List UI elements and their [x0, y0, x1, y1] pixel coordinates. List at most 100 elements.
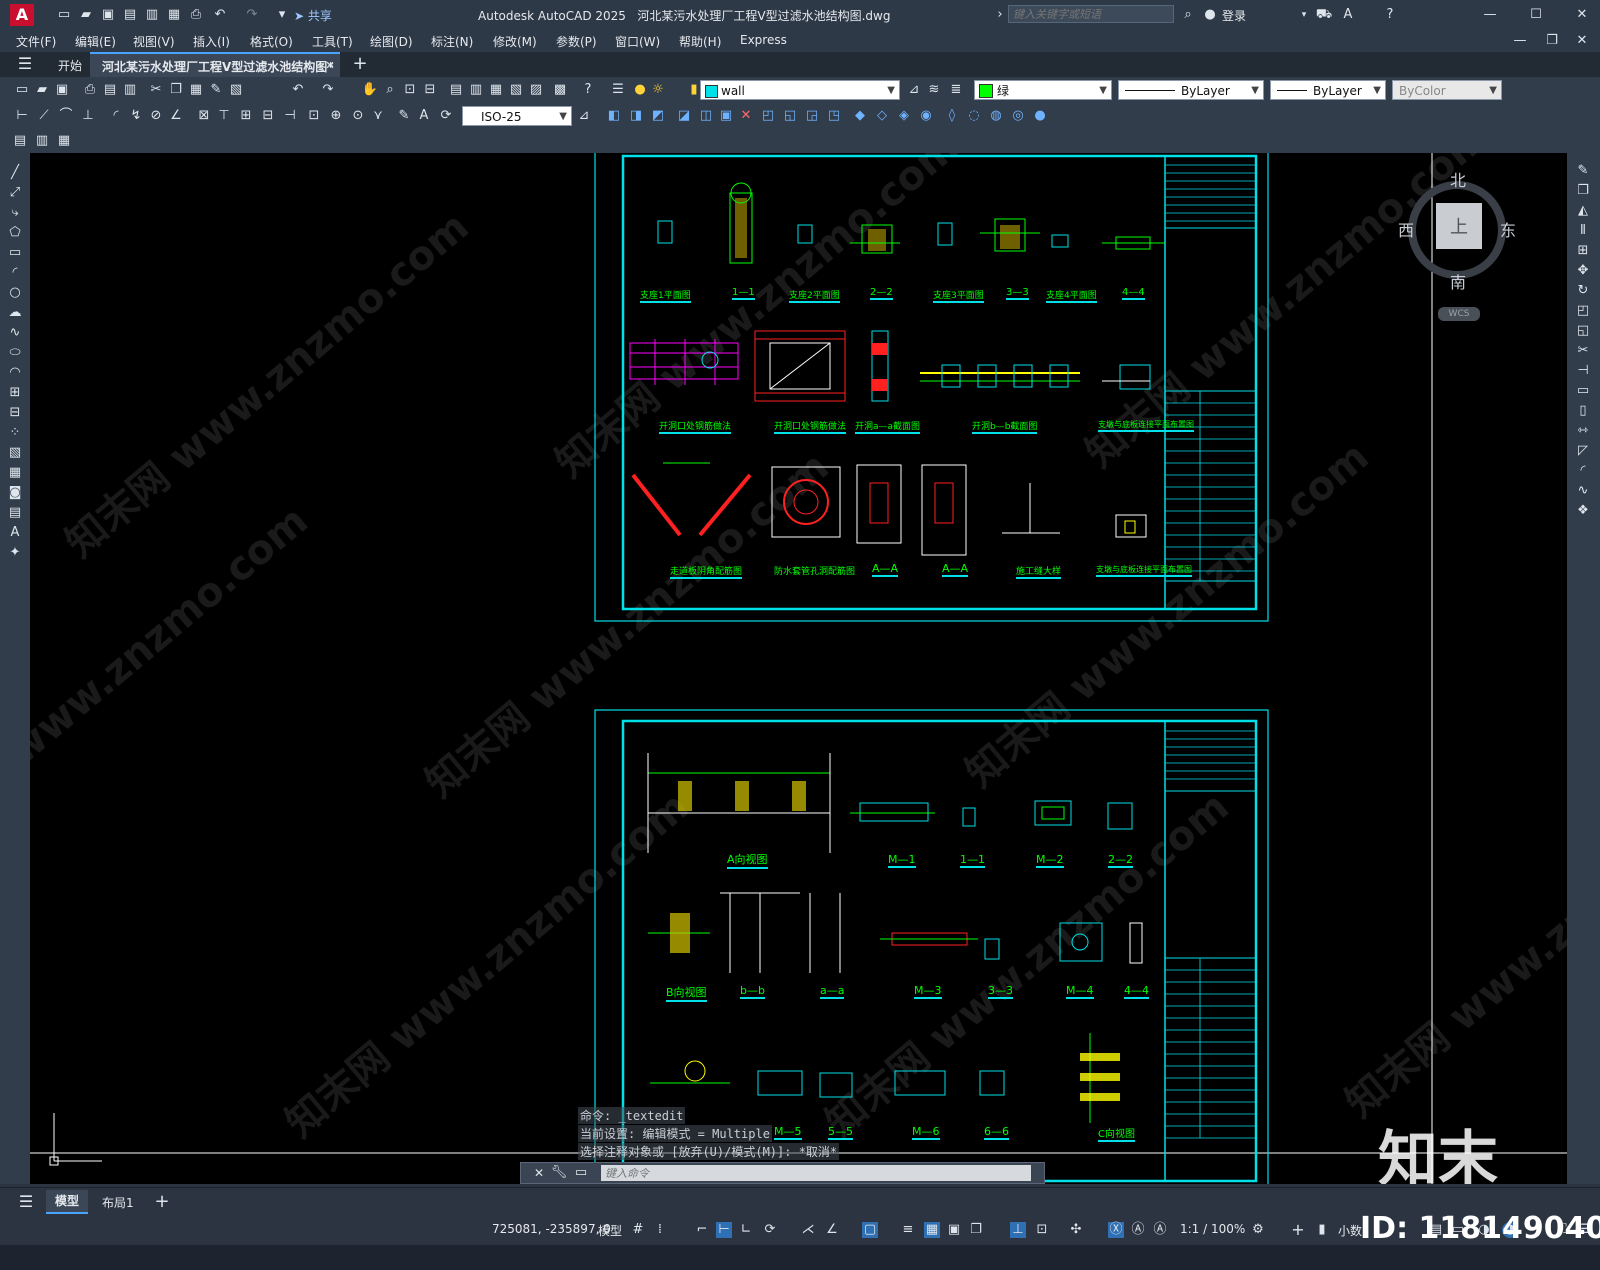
- plotstyle-dropdown[interactable]: ByColor ▼: [1392, 80, 1502, 100]
- open-file-icon[interactable]: ▰: [78, 7, 94, 23]
- properties-icon[interactable]: ▤: [448, 82, 464, 98]
- break-icon[interactable]: ▯: [1575, 403, 1591, 419]
- sheet-set-icon[interactable]: ▧: [508, 82, 524, 98]
- app-logo[interactable]: A: [10, 4, 34, 26]
- units-readout[interactable]: 小数: [1338, 1222, 1362, 1239]
- dim-jogged-icon[interactable]: ↯: [128, 108, 144, 124]
- shell-icon[interactable]: ◉: [918, 108, 934, 124]
- polygon-icon[interactable]: ⬠: [7, 225, 23, 241]
- polar-icon[interactable]: ⟳: [762, 1222, 778, 1238]
- matchprop-icon[interactable]: ✎: [208, 82, 224, 98]
- annotation-scale-readout[interactable]: 1:1 / 100%: [1180, 1222, 1245, 1236]
- linetype-dropdown[interactable]: ByLayer ▼: [1118, 80, 1264, 100]
- dim-radius-icon[interactable]: ◜: [108, 108, 124, 124]
- color-dropdown[interactable]: 绿 ▼: [974, 80, 1112, 100]
- layer-bulb-icon[interactable]: ●: [632, 82, 648, 98]
- make-current-icon[interactable]: ⊿: [906, 82, 922, 98]
- save-icon[interactable]: ▣: [54, 82, 70, 98]
- open-icon[interactable]: ▰: [34, 82, 50, 98]
- layout-menu-icon[interactable]: ☰: [18, 1194, 34, 1210]
- redo-icon[interactable]: ↷: [320, 82, 336, 98]
- quick-dim-icon[interactable]: ⊠: [196, 108, 212, 124]
- offset-faces-icon[interactable]: ▣: [718, 108, 734, 124]
- publish-icon[interactable]: ▥: [122, 82, 138, 98]
- dim-diameter-icon[interactable]: ⊘: [148, 108, 164, 124]
- undo-icon[interactable]: ↶: [290, 82, 306, 98]
- move-icon[interactable]: ✥: [1575, 263, 1591, 279]
- zoom-previous-icon[interactable]: ⊟: [422, 82, 438, 98]
- dim-update-icon[interactable]: ⟳: [438, 108, 454, 124]
- separate-icon[interactable]: ◈: [896, 108, 912, 124]
- ortho-icon[interactable]: ∟: [738, 1222, 754, 1238]
- drawing-canvas[interactable]: 知末网 www.znzmo.com 知末网 www.znzmo.com 知末网 …: [30, 153, 1567, 1184]
- break-at-point-icon[interactable]: ▭: [1575, 383, 1591, 399]
- add-selected-icon[interactable]: ✦: [7, 545, 23, 561]
- dim-jog-linear-icon[interactable]: ⋎: [370, 108, 386, 124]
- ellipse-icon[interactable]: ⬭: [7, 345, 23, 361]
- layer-properties-icon[interactable]: ☰: [610, 82, 626, 98]
- join-icon[interactable]: ⇿: [1575, 423, 1591, 439]
- extrude-faces-icon[interactable]: ◪: [676, 108, 692, 124]
- subtract-icon[interactable]: ◨: [628, 108, 644, 124]
- tab-model[interactable]: 模型: [46, 1190, 88, 1214]
- tolerance-icon[interactable]: ⊡: [306, 108, 322, 124]
- add-layout-icon[interactable]: +: [154, 1193, 170, 1211]
- copy-icon[interactable]: ❐: [168, 82, 184, 98]
- solid-edit-3-icon[interactable]: ◎: [1010, 108, 1026, 124]
- gizmo-icon[interactable]: ✣: [1068, 1222, 1084, 1238]
- expand-arrow-icon[interactable]: ›: [992, 7, 1008, 23]
- menu-express[interactable]: Express: [740, 33, 787, 47]
- autodesk-app-icon[interactable]: A: [1340, 7, 1356, 23]
- model-space-toggle[interactable]: 模型: [598, 1222, 622, 1239]
- dim-angular-icon[interactable]: ∠: [168, 108, 184, 124]
- auto-scale-icon[interactable]: Ⓐ: [1130, 1222, 1146, 1238]
- menu-dimension[interactable]: 标注(N): [431, 33, 473, 50]
- table-icon[interactable]: ▤: [7, 505, 23, 521]
- menu-format[interactable]: 格式(O): [250, 33, 293, 50]
- block-editor-icon[interactable]: ▧: [228, 82, 244, 98]
- selection-filter-icon[interactable]: ⊡: [1034, 1222, 1050, 1238]
- menu-file[interactable]: 文件(F): [16, 33, 56, 50]
- login-link[interactable]: 登录: [1222, 7, 1246, 24]
- lineweight-icon[interactable]: ≡: [900, 1222, 916, 1238]
- tab-layout1[interactable]: 布局1: [102, 1194, 134, 1211]
- customize-qat-icon[interactable]: ▾: [274, 7, 290, 23]
- arc-icon[interactable]: ◜: [7, 265, 23, 281]
- print-preview-icon[interactable]: ▦: [166, 7, 182, 23]
- annotation-scale-icon[interactable]: Ⓐ: [1152, 1222, 1168, 1238]
- trim-icon[interactable]: ✂: [1575, 343, 1591, 359]
- erase-icon[interactable]: ✎: [1575, 163, 1591, 179]
- viewcube-north[interactable]: 北: [1450, 167, 1466, 191]
- lineweight-dropdown[interactable]: ByLayer ▼: [1270, 80, 1386, 100]
- construction-line-icon[interactable]: ⤢: [7, 185, 23, 201]
- menu-tools[interactable]: 工具(T): [312, 33, 353, 50]
- hatch-icon[interactable]: ▧: [7, 445, 23, 461]
- mirror-icon[interactable]: ◭: [1575, 203, 1591, 219]
- pan-icon[interactable]: ✋: [362, 82, 378, 98]
- mtext-icon[interactable]: A: [7, 525, 23, 541]
- revision-cloud-icon[interactable]: ☁: [7, 305, 23, 321]
- menu-modify[interactable]: 修改(M): [493, 33, 537, 50]
- plot-icon[interactable]: ⎙: [188, 7, 204, 23]
- menu-edit[interactable]: 编辑(E): [75, 33, 116, 50]
- taper-faces-icon[interactable]: ◱: [782, 108, 798, 124]
- dim-edit-icon[interactable]: ✎: [396, 108, 412, 124]
- preview-icon[interactable]: ▤: [102, 82, 118, 98]
- plot-icon[interactable]: ⎙: [82, 82, 98, 98]
- minimize-icon[interactable]: —: [1482, 7, 1498, 23]
- help-icon[interactable]: ?: [1382, 7, 1398, 23]
- save-icon[interactable]: ▣: [100, 7, 116, 23]
- workspace-gear-icon[interactable]: ⚙: [1250, 1222, 1266, 1238]
- doc-restore-icon[interactable]: ❐: [1544, 33, 1560, 49]
- dim-linear-icon[interactable]: ⊢: [14, 108, 30, 124]
- spline-icon[interactable]: ∿: [7, 325, 23, 341]
- object-snap-icon[interactable]: ▢: [862, 1222, 878, 1238]
- command-input[interactable]: [601, 1165, 1031, 1181]
- clean-icon[interactable]: ◇: [874, 108, 890, 124]
- dimstyle-icon[interactable]: ⊿: [576, 108, 592, 124]
- calculator-icon[interactable]: ▩: [552, 82, 568, 98]
- object-snap-tracking-icon[interactable]: ∠: [824, 1222, 840, 1238]
- help-icon[interactable]: ?: [580, 82, 596, 98]
- layer-previous-icon[interactable]: ≋: [926, 82, 942, 98]
- redo-icon[interactable]: ↷: [244, 7, 260, 23]
